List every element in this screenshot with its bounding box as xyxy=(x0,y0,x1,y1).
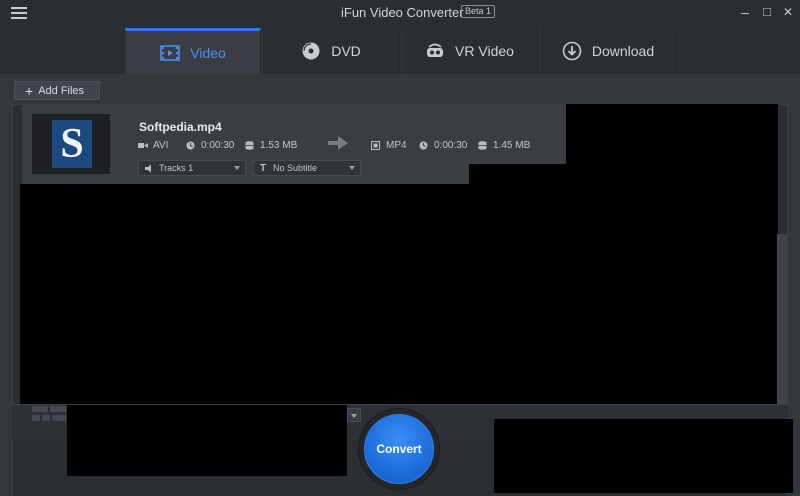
tab-vr-video-label: VR Video xyxy=(455,43,514,59)
vr-headset-icon xyxy=(425,41,445,61)
output-format-select[interactable] xyxy=(347,408,361,422)
chevron-down-icon xyxy=(351,414,357,418)
occluded-region xyxy=(67,405,347,476)
tab-dvd[interactable]: DVD xyxy=(262,28,400,74)
chevron-down-icon xyxy=(349,166,355,170)
source-duration: 0:00:30 xyxy=(186,140,234,151)
disc-icon xyxy=(301,41,321,61)
film-icon xyxy=(160,43,181,63)
source-size-label: 1.53 MB xyxy=(260,140,298,151)
occluded-region xyxy=(494,419,793,493)
target-size-label: 1.45 MB xyxy=(493,140,531,151)
convert-button[interactable]: Convert xyxy=(364,414,434,484)
plus-icon: + xyxy=(25,82,34,99)
tab-dvd-label: DVD xyxy=(331,43,361,59)
video-camera-icon xyxy=(138,141,148,150)
app-title: iFun Video Converter xyxy=(341,5,464,20)
text-icon: T xyxy=(260,162,267,174)
minimize-button[interactable]: – xyxy=(737,4,753,20)
convert-arrow-icon xyxy=(328,136,348,150)
target-size: 1.45 MB xyxy=(478,140,530,151)
hamburger-menu-icon[interactable] xyxy=(11,7,27,20)
speaker-icon xyxy=(145,164,154,173)
beta-badge: Beta 1 xyxy=(461,5,496,18)
thumbnail-letter: S xyxy=(60,121,84,167)
storage-icon xyxy=(478,141,487,150)
tab-download[interactable]: Download xyxy=(539,28,677,74)
video-thumbnail[interactable]: S xyxy=(32,114,110,174)
source-size: 1.53 MB xyxy=(245,140,297,151)
chevron-down-icon xyxy=(234,166,240,170)
tab-vr-video[interactable]: VR Video xyxy=(401,28,538,74)
target-format[interactable]: MP4 xyxy=(371,140,407,151)
download-icon xyxy=(562,41,582,61)
file-name: Softpedia.mp4 xyxy=(139,120,222,134)
close-button[interactable]: ✕ xyxy=(780,4,796,20)
clock-icon xyxy=(419,141,428,150)
title-bar: iFun Video Converter Beta 1 – □ ✕ xyxy=(0,0,800,26)
target-duration-label: 0:00:30 xyxy=(434,140,468,151)
target-duration: 0:00:30 xyxy=(419,140,467,151)
add-files-label: Add Files xyxy=(38,84,85,97)
tab-video-label: Video xyxy=(190,44,226,61)
target-format-label: MP4 xyxy=(386,140,407,151)
subtitle-value: No Subtitle xyxy=(273,163,318,173)
subtitle-dropdown[interactable]: T No Subtitle xyxy=(253,160,361,176)
view-grid-icon[interactable] xyxy=(32,406,68,424)
list-scrollbar[interactable] xyxy=(777,234,787,406)
audio-track-dropdown[interactable]: Tracks 1 xyxy=(138,160,246,176)
occluded-region xyxy=(20,184,480,405)
tab-video[interactable]: Video xyxy=(125,28,261,74)
storage-icon xyxy=(245,141,254,150)
audio-track-value: Tracks 1 xyxy=(159,163,194,173)
occluded-region xyxy=(469,164,778,404)
source-duration-label: 0:00:30 xyxy=(201,140,235,151)
source-format-label: AVI xyxy=(153,140,169,151)
thumbnail-logo: S xyxy=(52,120,92,168)
occluded-region xyxy=(566,104,778,174)
source-format: AVI xyxy=(138,140,168,151)
tab-download-label: Download xyxy=(591,43,655,59)
maximize-button[interactable]: □ xyxy=(759,4,775,20)
film-strip-icon xyxy=(371,141,380,150)
main-tabs: Video DVD VR Video Download xyxy=(0,26,800,74)
add-files-button[interactable]: + Add Files xyxy=(14,81,100,100)
clock-icon xyxy=(186,141,195,150)
